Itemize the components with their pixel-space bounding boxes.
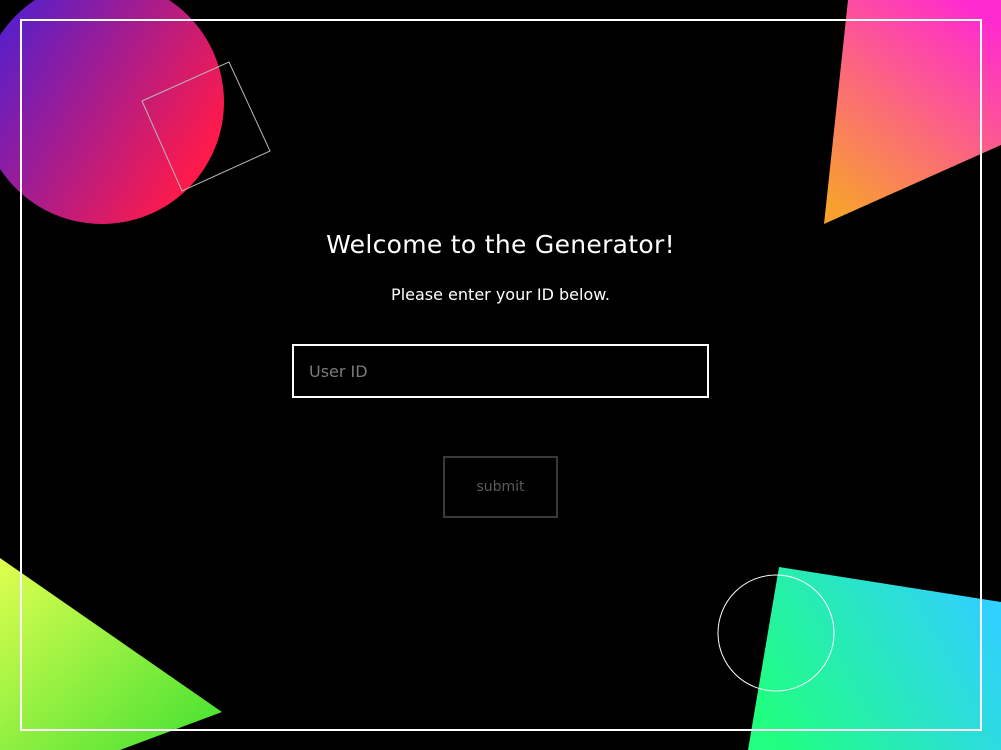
login-form: Welcome to the Generator! Please enter y… [0, 0, 1001, 750]
user-id-input[interactable] [292, 344, 709, 398]
page-subtitle: Please enter your ID below. [391, 285, 610, 304]
submit-button[interactable]: submit [443, 456, 558, 518]
page: Welcome to the Generator! Please enter y… [0, 0, 1001, 750]
page-title: Welcome to the Generator! [326, 230, 675, 259]
